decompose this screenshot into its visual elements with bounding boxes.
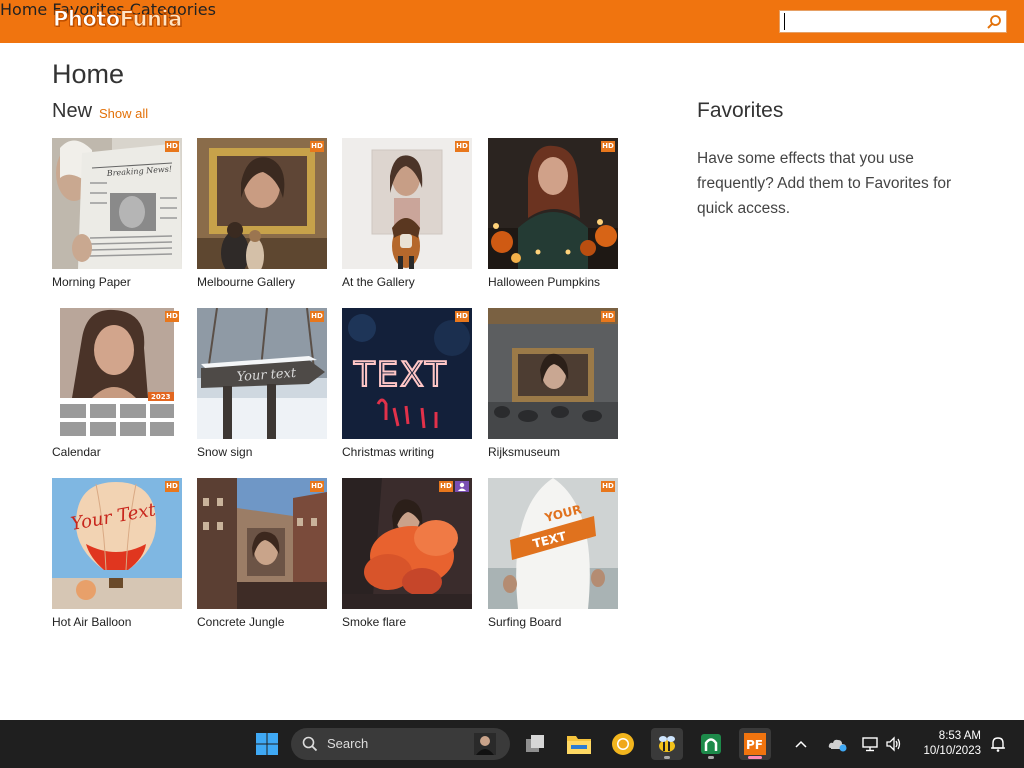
taskbar-search-box[interactable]: Search [291, 728, 510, 760]
effect-thumbnail[interactable]: HD [488, 308, 618, 439]
effect-title[interactable]: Rijksmuseum [488, 445, 618, 459]
file-explorer-icon[interactable] [563, 728, 595, 760]
effect-title[interactable]: Morning Paper [52, 275, 182, 289]
hd-badge: HD [310, 481, 324, 492]
calendar-year-text: 2023 [151, 393, 171, 401]
hd-badge: HD [310, 141, 324, 152]
effect-tile-at-the-gallery[interactable]: HD At the Gallery [342, 138, 472, 289]
taskbar-search-label: Search [327, 736, 369, 751]
windows-taskbar: Search PF 8:53 AM 10/10/2023 [0, 720, 1024, 768]
windows-start-icon[interactable] [251, 728, 283, 760]
search-input[interactable] [784, 13, 980, 30]
system-clock[interactable]: 8:53 AM 10/10/2023 [923, 729, 981, 759]
effect-thumbnail[interactable]: HD [197, 138, 327, 269]
effect-title[interactable]: Halloween Pumpkins [488, 275, 618, 289]
effect-title[interactable]: Hot Air Balloon [52, 615, 182, 629]
search-icon [302, 736, 318, 752]
search-highlight-icon [474, 733, 496, 755]
clock-time: 8:53 AM [938, 730, 981, 742]
effect-title[interactable]: At the Gallery [342, 275, 472, 289]
effect-tile-concrete-jungle[interactable]: HD Concrete Jungle [197, 478, 327, 629]
chrome-canary-icon[interactable] [607, 728, 639, 760]
hd-badge: HD [165, 311, 179, 322]
search-box [779, 10, 1007, 33]
hd-badge: HD [601, 311, 615, 322]
effect-tile-halloween-pumpkins[interactable]: HD Halloween Pumpkins [488, 138, 618, 289]
photofunia-app-icon[interactable]: PF [739, 728, 771, 760]
effect-thumbnail[interactable]: YOUR TEXT HD [488, 478, 618, 609]
effect-tile-melbourne-gallery[interactable]: HD Melbourne Gallery [197, 138, 327, 289]
effect-thumbnail[interactable]: Your Text HD [52, 478, 182, 609]
task-view-icon[interactable] [519, 728, 551, 760]
effect-tile-calendar[interactable]: 2023 HD Calendar [52, 308, 182, 459]
search-icon[interactable] [986, 14, 1002, 30]
favorites-description: Have some effects that you use frequentl… [697, 150, 952, 217]
notification-icon[interactable] [986, 728, 1010, 760]
onedrive-icon[interactable] [824, 728, 852, 760]
effect-tile-surfing-board[interactable]: YOUR TEXT HD Surfing Board [488, 478, 618, 629]
logo-text-photo: Photo [53, 7, 121, 32]
hd-badge: HD [601, 481, 615, 492]
android-studio-icon[interactable] [695, 728, 727, 760]
effect-title[interactable]: Snow sign [197, 445, 327, 459]
effect-thumbnail[interactable]: Breaking News! HD [52, 138, 182, 269]
effect-thumbnail[interactable]: 2023 HD [52, 308, 182, 439]
effect-tile-christmas-writing[interactable]: TEXT HD Christmas writing [342, 308, 472, 459]
volume-icon[interactable] [880, 728, 908, 760]
effect-thumbnail[interactable]: Your text HD [197, 308, 327, 439]
effect-thumbnail[interactable]: HD [342, 478, 472, 609]
top-navigation-bar: Photo Funia Home Favorites Categories [0, 0, 1024, 43]
page-title: Home [52, 59, 125, 89]
bee-app-icon[interactable] [651, 728, 683, 760]
svg-text:PF: PF [746, 738, 763, 752]
effect-title[interactable]: Christmas writing [342, 445, 472, 459]
effect-tile-smoke-flare[interactable]: HD Smoke flare [342, 478, 472, 629]
hd-badge: HD [165, 141, 179, 152]
hd-badge: HD [601, 141, 615, 152]
christmas-writing-text: TEXT [353, 355, 448, 395]
chevron-up-icon[interactable] [789, 728, 813, 760]
section-title-new: New [52, 100, 93, 122]
effect-title[interactable]: Calendar [52, 445, 182, 459]
hd-badge: HD [439, 481, 453, 492]
effect-title[interactable]: Concrete Jungle [197, 615, 327, 629]
effect-title[interactable]: Melbourne Gallery [197, 275, 327, 289]
effect-title[interactable]: Smoke flare [342, 615, 472, 629]
hd-badge: HD [165, 481, 179, 492]
photofunia-logo[interactable]: Photo Funia [53, 6, 183, 32]
person-icon [455, 481, 469, 492]
nav-home[interactable]: Home [0, 0, 47, 19]
effect-title[interactable]: Surfing Board [488, 615, 618, 629]
show-all-link[interactable]: Show all [99, 106, 148, 121]
favorites-title: Favorites [697, 99, 784, 122]
effect-thumbnail[interactable]: HD [488, 138, 618, 269]
effect-tile-hot-air-balloon[interactable]: Your Text HD Hot Air Balloon [52, 478, 182, 629]
hd-badge: HD [455, 311, 469, 322]
clock-date: 10/10/2023 [923, 745, 981, 757]
effect-thumbnail[interactable]: TEXT HD [342, 308, 472, 439]
effect-thumbnail[interactable]: HD [197, 478, 327, 609]
effect-tile-snow-sign[interactable]: Your text HD Snow sign [197, 308, 327, 459]
hd-badge: HD [310, 311, 324, 322]
hd-badge: HD [455, 141, 469, 152]
effect-tile-rijksmuseum[interactable]: HD Rijksmuseum [488, 308, 618, 459]
effect-tile-morning-paper[interactable]: Breaking News! HD Morning Paper [52, 138, 182, 289]
effect-thumbnail[interactable]: HD [342, 138, 472, 269]
logo-text-funia: Funia [119, 7, 183, 32]
